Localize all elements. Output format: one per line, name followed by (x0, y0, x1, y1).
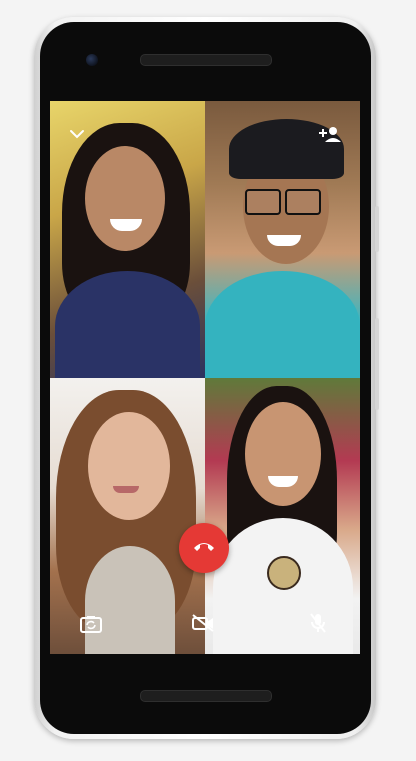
video-call-screen (50, 101, 360, 654)
power-button (375, 318, 379, 410)
end-call-icon (192, 539, 216, 557)
add-person-icon[interactable] (318, 125, 342, 143)
end-call-button[interactable] (179, 523, 229, 573)
mic-off-icon[interactable] (308, 611, 328, 635)
volume-button (375, 206, 379, 252)
bottom-speaker (140, 690, 272, 702)
chevron-down-icon[interactable] (66, 125, 88, 143)
video-off-icon[interactable] (190, 612, 216, 634)
switch-camera-icon[interactable] (79, 614, 103, 634)
participant-video-bottom-right (205, 378, 360, 654)
participant-video-bottom-left (50, 378, 205, 654)
top-speaker (140, 54, 272, 66)
front-camera (86, 54, 98, 66)
